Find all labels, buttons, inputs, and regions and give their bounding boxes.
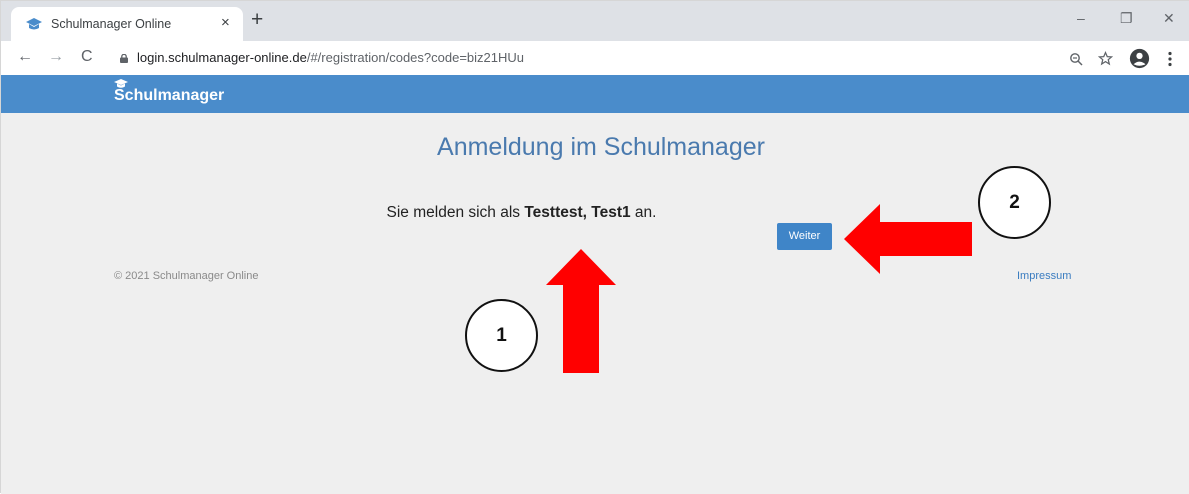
impressum-link[interactable]: Impressum <box>1017 270 1071 282</box>
page-title: Anmeldung im Schulmanager <box>437 133 765 161</box>
close-window-button[interactable]: ✕ <box>1163 9 1175 27</box>
brand-logo[interactable]: Schulmanager <box>114 87 224 105</box>
tab-strip: Schulmanager Online × + – ❐ ✕ <box>1 1 1189 41</box>
url-path: /#/registration/codes?code=biz21HUu <box>306 50 525 65</box>
minimize-button[interactable]: – <box>1077 9 1085 27</box>
annotation-badge-1: 1 <box>465 299 538 372</box>
address-bar[interactable]: login.schulmanager-online.de/#/registrat… <box>137 50 524 65</box>
new-tab-button[interactable]: + <box>251 9 263 30</box>
browser-tab[interactable]: Schulmanager Online × <box>11 7 243 41</box>
profile-icon[interactable] <box>1129 48 1150 69</box>
copyright-text: © 2021 Schulmanager Online <box>114 270 259 282</box>
sentence-prefix: Sie melden sich als <box>386 204 525 221</box>
arrow-left-annotation <box>844 204 972 274</box>
arrow-up-annotation <box>546 249 616 373</box>
back-button[interactable]: ← <box>17 48 33 66</box>
tab-title: Schulmanager Online <box>51 17 172 31</box>
app-header: Schulmanager <box>1 75 1189 113</box>
continue-button[interactable]: Weiter <box>777 223 832 250</box>
zoom-icon[interactable] <box>1069 52 1083 66</box>
menu-dots-icon[interactable] <box>1167 51 1173 67</box>
browser-toolbar: ← → C login.schulmanager-online.de/#/reg… <box>1 41 1189 75</box>
url-domain: login.schulmanager-online.de <box>137 50 307 65</box>
lock-icon <box>120 54 128 63</box>
forward-button[interactable]: → <box>48 48 64 66</box>
graduation-cap-icon <box>26 18 42 30</box>
annotation-badge-2: 2 <box>978 166 1051 239</box>
user-name: Testtest, Test1 <box>524 204 631 221</box>
tab-close-icon[interactable]: × <box>221 15 230 31</box>
sentence-suffix: an. <box>630 204 657 221</box>
browser-window: Schulmanager Online × + – ❐ ✕ ← → C logi… <box>0 0 1189 494</box>
restore-button[interactable]: ❐ <box>1120 9 1133 27</box>
reload-button[interactable]: C <box>81 48 93 66</box>
star-icon[interactable] <box>1098 51 1113 66</box>
